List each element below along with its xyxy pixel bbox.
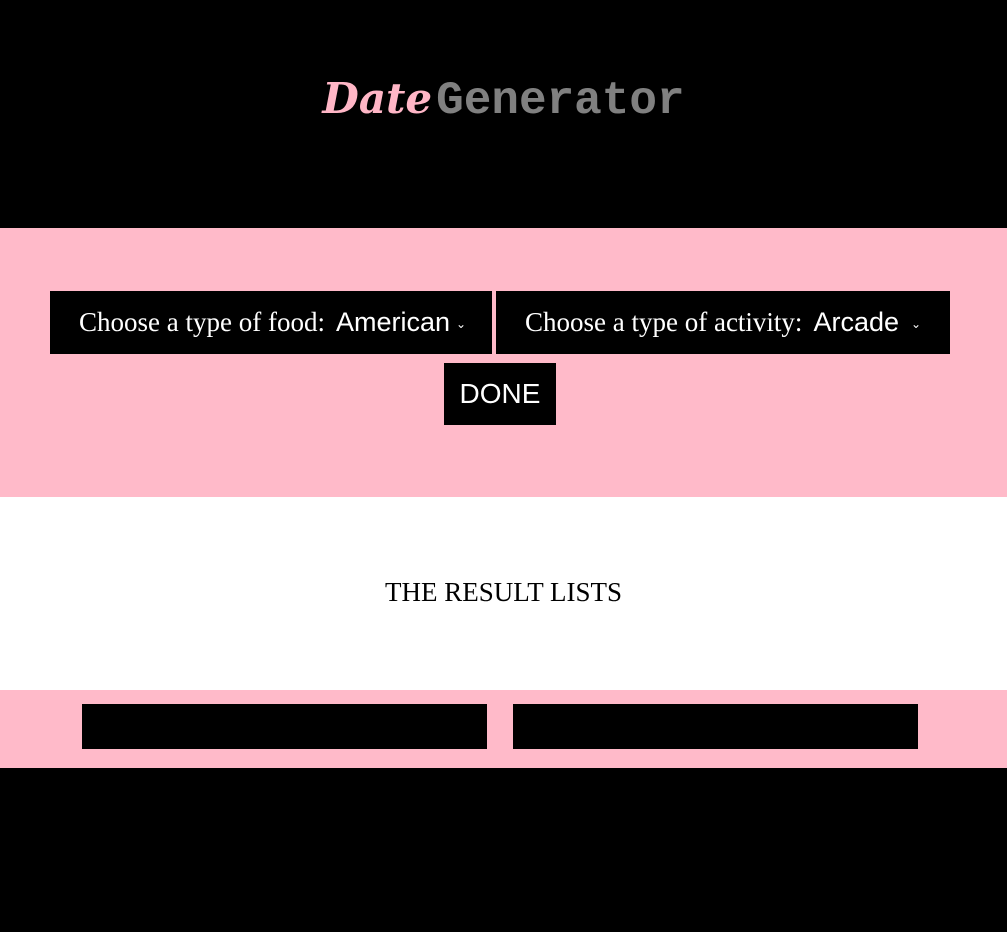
controls-panel: Choose a type of food: American ⌄ Choose…	[0, 228, 1007, 497]
page-title: Date Generator	[0, 74, 1007, 127]
chevron-down-icon: ⌄	[911, 316, 922, 331]
activity-picker: Choose a type of activity: Arcade ⌄	[496, 291, 950, 354]
food-result-list	[82, 704, 487, 749]
activity-result-list	[513, 704, 918, 749]
result-lists-bar	[0, 690, 1007, 768]
activity-select[interactable]: Arcade ⌄	[813, 307, 921, 338]
results-title: THE RESULT LISTS	[384, 577, 623, 607]
done-button[interactable]: DONE	[444, 363, 556, 425]
food-select-value: American	[335, 307, 450, 337]
title-generator: Generator	[436, 75, 685, 127]
activity-label: Choose a type of activity:	[525, 307, 803, 337]
food-select[interactable]: American ⌄	[336, 307, 466, 338]
food-picker: Choose a type of food: American ⌄	[50, 291, 492, 354]
chevron-down-icon: ⌄	[456, 316, 467, 331]
title-date: Date	[322, 74, 433, 123]
footer	[0, 768, 1007, 932]
food-label: Choose a type of food:	[79, 307, 325, 337]
header: Date Generator	[0, 0, 1007, 228]
results-section: THE RESULT LISTS	[0, 497, 1007, 690]
activity-select-value: Arcade	[813, 307, 899, 337]
